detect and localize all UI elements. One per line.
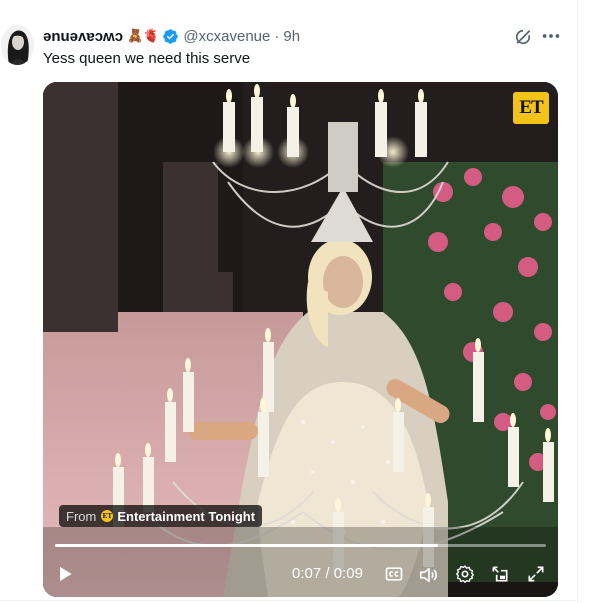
et-mini-logo-icon: ET: [101, 510, 114, 522]
grok-icon[interactable]: [513, 27, 533, 47]
et-brand-badge: ET: [513, 92, 549, 124]
more-icon[interactable]: [540, 25, 562, 47]
user-handle[interactable]: @xcxavenue: [183, 28, 270, 45]
tweet-divider: [0, 600, 577, 601]
separator-dot: ·: [274, 27, 280, 45]
avatar[interactable]: [1, 25, 34, 65]
avatar-image: [1, 25, 34, 65]
display-name[interactable]: ǝnuǝʌɐɔʍɔ: [43, 28, 123, 45]
source-attribution[interactable]: From ET Entertainment Tonight: [59, 505, 263, 527]
pip-icon[interactable]: [490, 564, 510, 584]
verified-badge-icon[interactable]: [162, 28, 179, 45]
play-icon[interactable]: [55, 564, 75, 584]
attribution-source-name: Entertainment Tonight: [117, 508, 256, 524]
settings-icon[interactable]: [455, 564, 475, 584]
duration: 0:09: [333, 565, 363, 582]
progress-bar-fill: [55, 544, 438, 547]
tweet[interactable]: ǝnuǝʌɐɔʍɔ 🧸🫀 @xcxavenue · 9h Yess queen …: [0, 0, 577, 600]
video-player[interactable]: ET From ET Entertainment Tonight 0:07 / …: [43, 82, 558, 597]
current-time: 0:07: [292, 565, 322, 582]
tweet-header: ǝnuǝʌɐɔʍɔ 🧸🫀 @xcxavenue · 9h: [43, 27, 300, 45]
attribution-prefix: From: [66, 508, 97, 524]
time-separator: /: [321, 565, 334, 582]
time-readout: 0:07 / 0:09: [292, 565, 363, 582]
player-controls: 0:07 / 0:09: [43, 552, 558, 597]
name-emojis: 🧸🫀: [127, 28, 160, 43]
fullscreen-icon[interactable]: [526, 564, 546, 584]
column-divider: [577, 0, 578, 603]
volume-icon[interactable]: [418, 564, 440, 586]
captions-icon[interactable]: [384, 564, 404, 584]
tweet-timestamp[interactable]: 9h: [283, 28, 300, 45]
tweet-text: Yess queen we need this serve: [43, 50, 251, 67]
progress-bar[interactable]: [55, 544, 546, 547]
